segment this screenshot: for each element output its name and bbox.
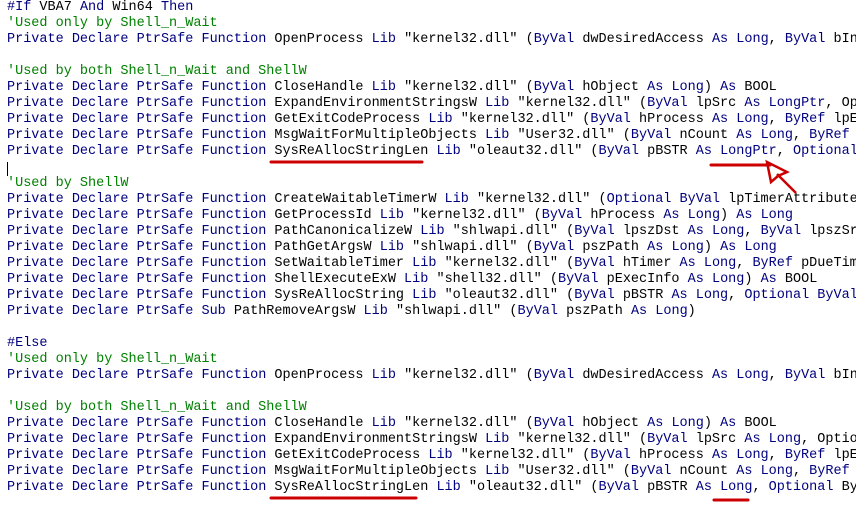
code-line[interactable]: Private Declare PtrSafe Function SetWait… [7, 256, 856, 272]
code-comment-line[interactable]: 'Used by both Shell_n_Wait and ShellW [7, 64, 307, 80]
code-line[interactable]: Private Declare PtrSafe Function PathCan… [7, 224, 856, 240]
code-line[interactable]: #Else [7, 336, 48, 352]
code-comment-line[interactable]: 'Used by both Shell_n_Wait and ShellW [7, 400, 307, 416]
code-line[interactable]: Private Declare PtrSafe Function SysReAl… [7, 480, 856, 496]
code-line[interactable]: Private Declare PtrSafe Function SysReAl… [7, 144, 856, 160]
code-line[interactable]: Private Declare PtrSafe Function CloseHa… [7, 80, 777, 96]
code-line[interactable]: Private Declare PtrSafe Function PathGet… [7, 240, 777, 256]
code-line[interactable]: Private Declare PtrSafe Function MsgWait… [7, 464, 856, 480]
code-line[interactable]: Private Declare PtrSafe Function SysReAl… [7, 288, 856, 304]
code-line[interactable]: Private Declare PtrSafe Function ShellEx… [7, 272, 817, 288]
code-line[interactable]: #If VBA7 And Win64 Then [7, 0, 193, 16]
code-line[interactable]: Private Declare PtrSafe Function GetExit… [7, 448, 856, 464]
code-line[interactable]: Private Declare PtrSafe Function CreateW… [7, 192, 856, 208]
code-line[interactable]: Private Declare PtrSafe Function GetExit… [7, 112, 856, 128]
code-line[interactable]: Private Declare PtrSafe Function GetProc… [7, 208, 793, 224]
text-cursor [7, 162, 8, 176]
code-comment-line[interactable]: 'Used only by Shell_n_Wait [7, 16, 218, 32]
code-editor[interactable]: #If VBA7 And Win64 Then 'Used only by She… [0, 0, 856, 511]
code-comment-line[interactable]: 'Used only by Shell_n_Wait [7, 352, 218, 368]
code-line[interactable]: Private Declare PtrSafe Function ExpandE… [7, 432, 856, 448]
code-line[interactable]: Private Declare PtrSafe Sub PathRemoveAr… [7, 304, 696, 320]
code-line[interactable]: Private Declare PtrSafe Function CloseHa… [7, 416, 777, 432]
code-line[interactable]: Private Declare PtrSafe Function ExpandE… [7, 96, 856, 112]
code-line[interactable]: Private Declare PtrSafe Function MsgWait… [7, 128, 856, 144]
code-line[interactable]: Private Declare PtrSafe Function OpenPro… [7, 368, 856, 384]
code-line[interactable]: Private Declare PtrSafe Function OpenPro… [7, 32, 856, 48]
code-comment-line[interactable]: 'Used by ShellW [7, 176, 129, 192]
